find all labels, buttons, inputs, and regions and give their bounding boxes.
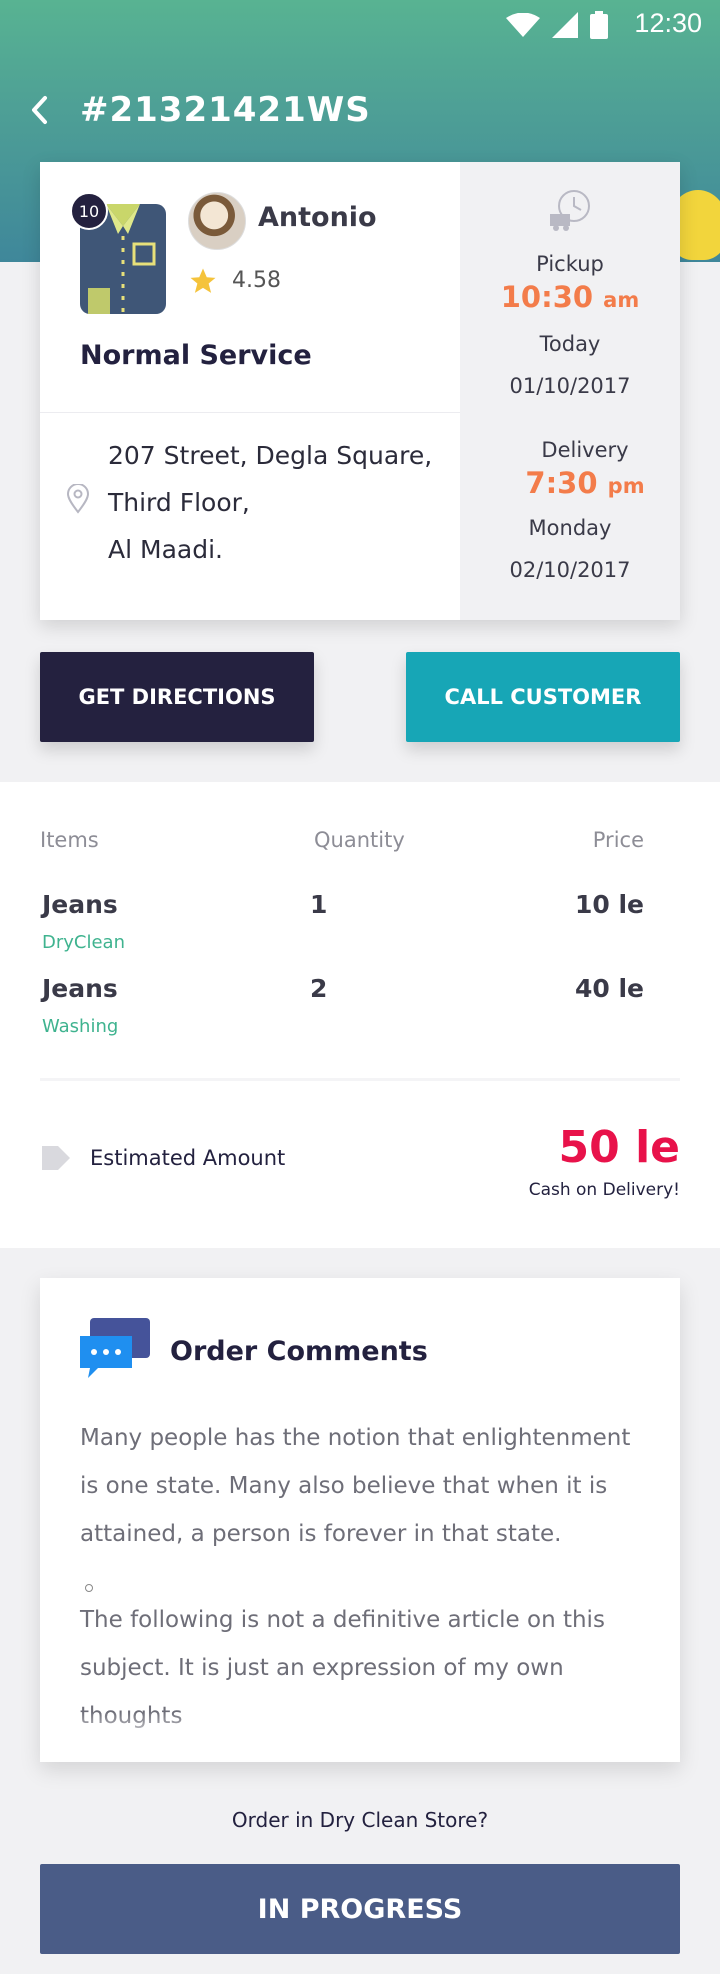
comment-line: Many people has the notion that enlighte… [80,1425,631,1451]
status-bar: 12:30 [0,0,720,48]
signal-icon [552,12,578,38]
service-type: Normal Service [80,340,312,371]
delivery-label: Delivery [541,438,629,462]
order-comments-card: Order Comments Many people has the notio… [40,1278,680,1762]
comment-line: subject. It is just an expression of my … [80,1655,564,1681]
item-price: 40 le [574,974,644,1003]
address-line: Third Floor, [108,488,250,517]
pickup-address: 207 Street, Degla Square, Third Floor, A… [108,432,432,573]
location-pin-icon [66,484,90,514]
tag-icon [42,1146,70,1170]
delivery-date: 02/10/2017 [509,558,631,582]
order-details: 10 Antonio 4.58 Normal Service 207 Stree… [40,162,460,620]
pickup-date: 01/10/2017 [509,374,631,398]
comments-body: Many people has the notion that enlighte… [80,1414,640,1740]
customer-name: Antonio [258,202,377,233]
item-service-type: Washing [42,1016,119,1037]
comment-line: attained, a person is forever in that st… [80,1521,562,1547]
column-header-price: Price [592,828,644,852]
avatar [188,192,246,250]
item-price: 10 le [574,890,644,919]
item-name: Jeans [42,890,118,919]
items-divider [40,1078,680,1081]
address-line: 207 Street, Degla Square, [108,441,433,470]
delivery-time: 7:30 pm [460,466,680,500]
status-time: 12:30 [634,8,702,38]
delivery-day: Monday [528,516,612,540]
wifi-icon [506,13,540,37]
order-summary-card: 10 Antonio 4.58 Normal Service 207 Stree… [40,162,680,620]
payment-method-note: Cash on Delivery! [528,1180,680,1200]
pickup-time: 10:30 am [460,280,680,314]
item-service-type: DryClean [42,932,125,953]
column-header-quantity: Quantity [314,828,405,852]
back-arrow-icon [32,96,47,124]
order-status-button[interactable]: IN PROGRESS [40,1864,680,1954]
customer-rating: 4.58 [232,268,281,293]
app-toolbar: #21321421WS [30,80,371,140]
column-header-items: Items [40,828,99,852]
estimated-amount-label: Estimated Amount [90,1146,286,1170]
estimated-amount-value: 50 le [558,1122,680,1173]
item-quantity: 1 [310,890,328,919]
paragraph-separator [85,1584,93,1592]
battery-icon [590,11,608,39]
pickup-time-ampm: am [603,288,640,312]
delivery-time-ampm: pm [607,474,645,498]
pickup-day: Today [539,332,601,356]
item-name: Jeans [42,974,118,1003]
pickup-label: Pickup [536,252,604,276]
store-order-question[interactable]: Order in Dry Clean Store? [0,1808,720,1832]
items-section: Items Quantity Price Jeans DryClean 1 10… [0,782,720,1248]
star-icon [190,268,216,293]
chat-bubbles-icon [80,1318,150,1378]
card-divider [40,412,460,413]
call-customer-button[interactable]: CALL CUSTOMER [406,652,680,742]
comments-title: Order Comments [170,1336,428,1367]
item-quantity: 2 [310,974,328,1003]
comment-line: is one state. Many also believe that whe… [80,1473,608,1499]
comment-line: The following is not a definitive articl… [80,1607,605,1633]
pickup-time-value: 10:30 [500,280,594,314]
item-count-badge: 10 [70,192,108,230]
back-button[interactable] [30,80,60,140]
get-directions-button[interactable]: GET DIRECTIONS [40,652,314,742]
address-line: Al Maadi. [108,535,223,564]
order-id-title: #21321421WS [80,90,371,130]
delivery-clock-icon [550,190,590,231]
comments-fade-overlay [40,1712,680,1762]
status-icons [506,11,608,39]
schedule-panel: Pickup 10:30 am Today 01/10/2017 Deliver… [460,162,680,620]
delivery-time-value: 7:30 [525,466,598,500]
